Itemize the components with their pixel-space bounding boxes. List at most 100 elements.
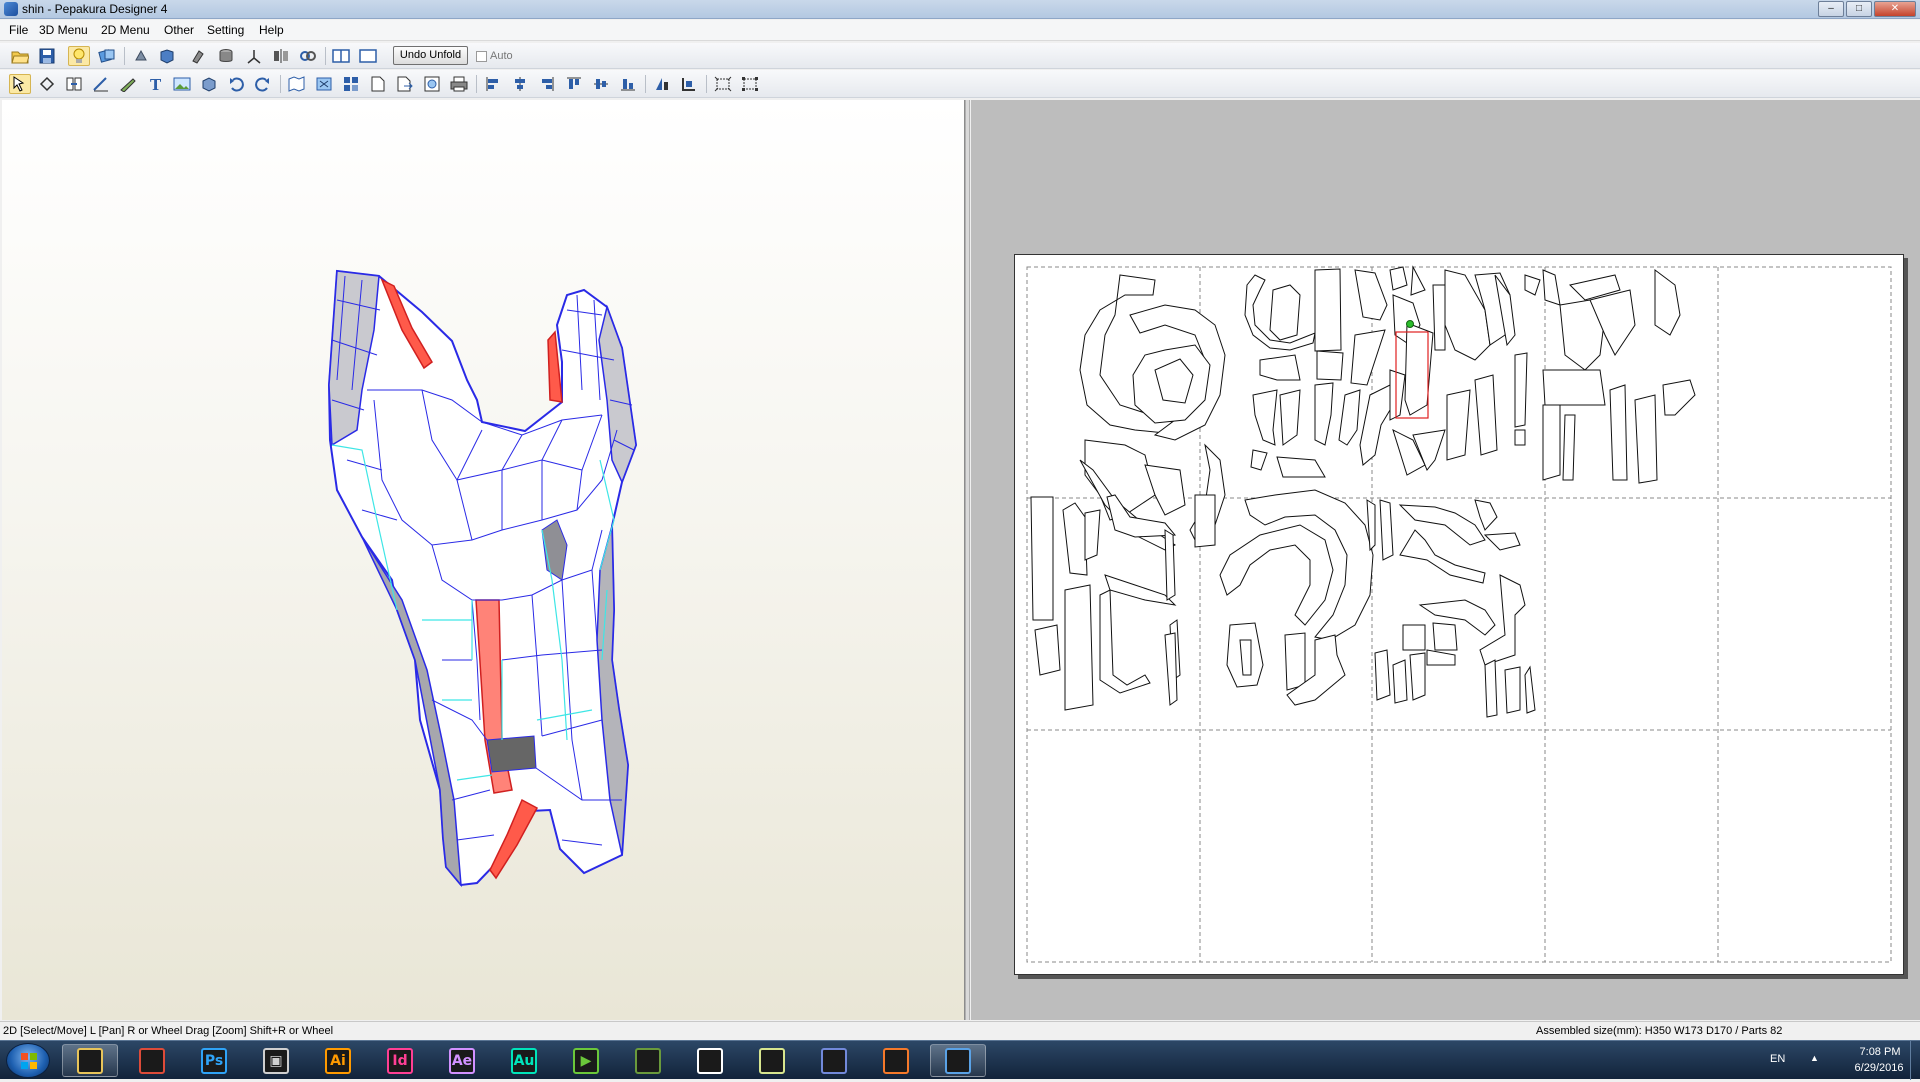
taskbar-photoshop-button[interactable]: Ps <box>186 1044 242 1077</box>
join-parts-icon[interactable] <box>63 74 85 94</box>
view-splitter[interactable] <box>965 100 970 1020</box>
pepakura-icon <box>945 1047 971 1074</box>
taskbar-file-explorer-button[interactable] <box>62 1044 118 1077</box>
align-center-icon[interactable] <box>509 74 531 94</box>
minimize-button[interactable]: – <box>1818 1 1844 17</box>
taskbar-fox-app-button[interactable] <box>682 1044 738 1077</box>
light-bulb-icon[interactable] <box>68 46 90 66</box>
windows-taskbar: Ps ▣ Ai Id Ae Au ▶ EN ▲ 7:08 PM 6/29/2016 <box>0 1040 1920 1080</box>
taskbar-media-player-button[interactable]: ▶ <box>558 1044 614 1077</box>
taskbar-blender-button[interactable] <box>868 1044 924 1077</box>
taskbar-folder-app-button[interactable] <box>744 1044 800 1077</box>
toolbar-separator <box>706 75 707 93</box>
3d-model-render[interactable] <box>2 100 965 1020</box>
taskbar-chrome-button[interactable] <box>124 1044 180 1077</box>
system-tray: EN ▲ 7:08 PM 6/29/2016 <box>1770 1041 1920 1080</box>
unfold-icon[interactable] <box>286 74 308 94</box>
after-effects-label: Ae <box>451 1052 473 1069</box>
photoshop-label: Ps <box>204 1052 224 1069</box>
single-view-icon[interactable] <box>357 46 379 66</box>
3d-view-panel[interactable] <box>2 100 965 1020</box>
taskbar-indesign-button[interactable]: Id <box>372 1044 428 1077</box>
rotate-part-icon[interactable] <box>36 74 58 94</box>
select-all-icon[interactable] <box>739 74 761 94</box>
distribute-vertical-icon[interactable] <box>678 74 700 94</box>
toolbar-separator <box>280 75 281 93</box>
2d-view-panel[interactable] <box>971 100 1920 1020</box>
select-move-icon[interactable] <box>9 74 31 94</box>
symmetry-icon[interactable] <box>270 46 292 66</box>
selected-part-handle <box>1406 320 1414 328</box>
maximize-button[interactable]: □ <box>1846 1 1872 17</box>
axis-icon[interactable] <box>243 46 265 66</box>
grid-icon[interactable] <box>340 74 362 94</box>
image-icon[interactable] <box>171 74 193 94</box>
paper-sheet <box>1014 254 1904 975</box>
menu-setting[interactable]: Setting <box>205 23 246 37</box>
print-preview-icon[interactable] <box>421 74 443 94</box>
print-icon[interactable] <box>448 74 470 94</box>
texture-icon[interactable] <box>96 46 118 66</box>
close-button[interactable]: ✕ <box>1874 1 1916 17</box>
show-desktop-button[interactable] <box>1910 1041 1920 1080</box>
auto-checkbox[interactable]: Auto <box>476 48 513 64</box>
auto-checkbox-box[interactable] <box>476 50 487 62</box>
edit-line-icon[interactable] <box>90 74 112 94</box>
undo-unfold-button[interactable]: Undo Unfold <box>393 46 468 65</box>
start-button[interactable] <box>6 1043 50 1078</box>
paint-icon[interactable] <box>188 46 210 66</box>
unfolded-parts-layout[interactable] <box>1015 255 1905 976</box>
minecraft-icon <box>635 1047 661 1074</box>
align-middle-icon[interactable] <box>590 74 612 94</box>
save-icon[interactable] <box>36 46 58 66</box>
status-hint: 2D [Select/Move] L [Pan] R or Wheel Drag… <box>3 1025 334 1037</box>
tray-expand-icon[interactable]: ▲ <box>1810 1053 1819 1063</box>
taskbar-video-editor-button[interactable]: ▣ <box>248 1044 304 1077</box>
arrange-parts-icon[interactable] <box>313 74 335 94</box>
discord-icon <box>821 1047 847 1074</box>
split-view-icon[interactable] <box>330 46 352 66</box>
menu-file[interactable]: File <box>7 23 30 37</box>
clock-date[interactable]: 6/29/2016 <box>1844 1062 1914 1074</box>
taskbar-audition-button[interactable]: Au <box>496 1044 552 1077</box>
align-left-icon[interactable] <box>482 74 504 94</box>
blender-icon <box>883 1047 909 1074</box>
undo-icon[interactable] <box>225 74 247 94</box>
link-edge-icon[interactable] <box>297 46 319 66</box>
video-editor-icon: ▣ <box>263 1047 289 1074</box>
toolbar-separator <box>476 75 477 93</box>
menu-other[interactable]: Other <box>162 23 196 37</box>
taskbar-after-effects-button[interactable]: Ae <box>434 1044 490 1077</box>
taskbar-pepakura-button[interactable] <box>930 1044 986 1077</box>
menu-2d[interactable]: 2D Menu <box>99 23 152 37</box>
menu-3d[interactable]: 3D Menu <box>37 23 90 37</box>
taskbar-minecraft-button[interactable] <box>620 1044 676 1077</box>
align-right-icon[interactable] <box>536 74 558 94</box>
menu-help[interactable]: Help <box>257 23 286 37</box>
text-icon[interactable]: T <box>144 74 166 94</box>
title-bar: shin - Pepakura Designer 4 – □ ✕ <box>0 0 1920 19</box>
flap-icon[interactable] <box>117 74 139 94</box>
language-indicator[interactable]: EN <box>1770 1053 1785 1065</box>
distribute-horizontal-icon[interactable] <box>651 74 673 94</box>
fit-page-icon[interactable] <box>712 74 734 94</box>
clock-time[interactable]: 7:08 PM <box>1850 1046 1910 1058</box>
rotate-model-icon[interactable] <box>130 46 152 66</box>
taskbar-illustrator-button[interactable]: Ai <box>310 1044 366 1077</box>
align-top-icon[interactable] <box>563 74 585 94</box>
align-bottom-icon[interactable] <box>617 74 639 94</box>
taskbar-discord-button[interactable] <box>806 1044 862 1077</box>
redo-icon[interactable] <box>252 74 274 94</box>
cylinder-icon[interactable] <box>215 46 237 66</box>
chrome-icon <box>139 1047 165 1074</box>
open-file-icon[interactable] <box>9 46 31 66</box>
main-toolbar: Undo Unfold Auto <box>0 43 1920 69</box>
move-model-icon[interactable] <box>156 46 178 66</box>
auto-checkbox-label: Auto <box>490 50 513 62</box>
page-export-icon[interactable] <box>394 74 416 94</box>
audition-icon: Au <box>511 1047 537 1074</box>
page-icon[interactable] <box>367 74 389 94</box>
illustrator-label: Ai <box>330 1052 346 1069</box>
indesign-label: Id <box>392 1052 408 1069</box>
box-icon[interactable] <box>198 74 220 94</box>
